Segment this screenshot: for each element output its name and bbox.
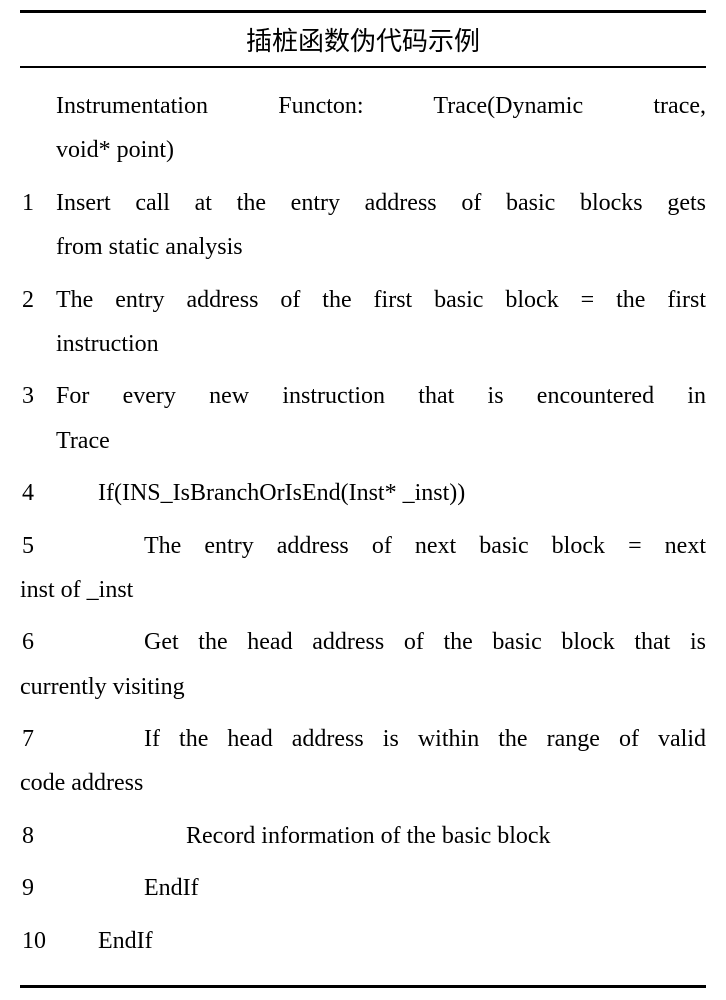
line-number: 10: [20, 919, 56, 963]
line-text: Get the head address of the basic block …: [56, 620, 706, 709]
line-segment: Record information of the basic block: [56, 814, 706, 858]
line-text: If the head address is within the range …: [56, 717, 706, 806]
line-number: 5: [20, 524, 56, 568]
line-segment: Get the head address of the basic block …: [56, 620, 706, 664]
code-row: 9EndIf: [20, 862, 706, 914]
line-number: 1: [20, 181, 56, 225]
code-row: 4If(INS_IsBranchOrIsEnd(Inst* _inst)): [20, 467, 706, 519]
code-row: 5The entry address of next basic block =…: [20, 520, 706, 617]
code-row: 7If the head address is within the range…: [20, 713, 706, 810]
line-segment: If the head address is within the range …: [56, 717, 706, 761]
line-text: EndIf: [56, 919, 706, 963]
line-number: 4: [20, 471, 56, 515]
line-number: 8: [20, 814, 56, 858]
header-line-2: void* point): [56, 128, 706, 172]
header-line-1: Instrumentation Functon: Trace(Dynamic t…: [56, 84, 706, 128]
line-number: 6: [20, 620, 56, 664]
code-lines-container: 1Insert call at the entry address of bas…: [20, 177, 706, 967]
line-segment: For every new instruction that is encoun…: [56, 374, 706, 418]
code-row: 8Record information of the basic block: [20, 810, 706, 862]
table-title-row: 插桩函数伪代码示例: [20, 13, 706, 68]
line-text: Insert call at the entry address of basi…: [56, 181, 706, 270]
header-row: Instrumentation Functon: Trace(Dynamic t…: [20, 80, 706, 177]
line-number: 3: [20, 374, 56, 418]
code-row: 1Insert call at the entry address of bas…: [20, 177, 706, 274]
table-title: 插桩函数伪代码示例: [246, 27, 480, 56]
line-text: The entry address of next basic block = …: [56, 524, 706, 613]
line-segment: code address: [20, 761, 706, 805]
code-row: 2The entry address of the first basic bl…: [20, 274, 706, 371]
code-row: 3For every new instruction that is encou…: [20, 370, 706, 467]
line-text: For every new instruction that is encoun…: [56, 374, 706, 463]
line-segment: instruction: [56, 322, 706, 366]
line-segment: EndIf: [56, 866, 706, 910]
line-text: Record information of the basic block: [56, 814, 706, 858]
line-segment: Insert call at the entry address of basi…: [56, 181, 706, 225]
line-segment: The entry address of next basic block = …: [56, 524, 706, 568]
line-text: EndIf: [56, 866, 706, 910]
code-row: 10EndIf: [20, 915, 706, 967]
line-segment: currently visiting: [20, 665, 706, 709]
line-segment: inst of _inst: [20, 568, 706, 612]
line-segment: EndIf: [56, 919, 706, 963]
table-content: Instrumentation Functon: Trace(Dynamic t…: [20, 68, 706, 985]
line-number: 2: [20, 278, 56, 322]
line-segment: If(INS_IsBranchOrIsEnd(Inst* _inst)): [56, 471, 706, 515]
code-row: 6Get the head address of the basic block…: [20, 616, 706, 713]
line-text: The entry address of the first basic blo…: [56, 278, 706, 367]
line-text: If(INS_IsBranchOrIsEnd(Inst* _inst)): [56, 471, 706, 515]
line-number: 7: [20, 717, 56, 761]
pseudocode-table: 插桩函数伪代码示例 Instrumentation Functon: Trace…: [20, 10, 706, 988]
line-segment: Trace: [56, 419, 706, 463]
line-segment: from static analysis: [56, 225, 706, 269]
line-number: 9: [20, 866, 56, 910]
header-text-block: Instrumentation Functon: Trace(Dynamic t…: [56, 84, 706, 173]
line-segment: The entry address of the first basic blo…: [56, 278, 706, 322]
